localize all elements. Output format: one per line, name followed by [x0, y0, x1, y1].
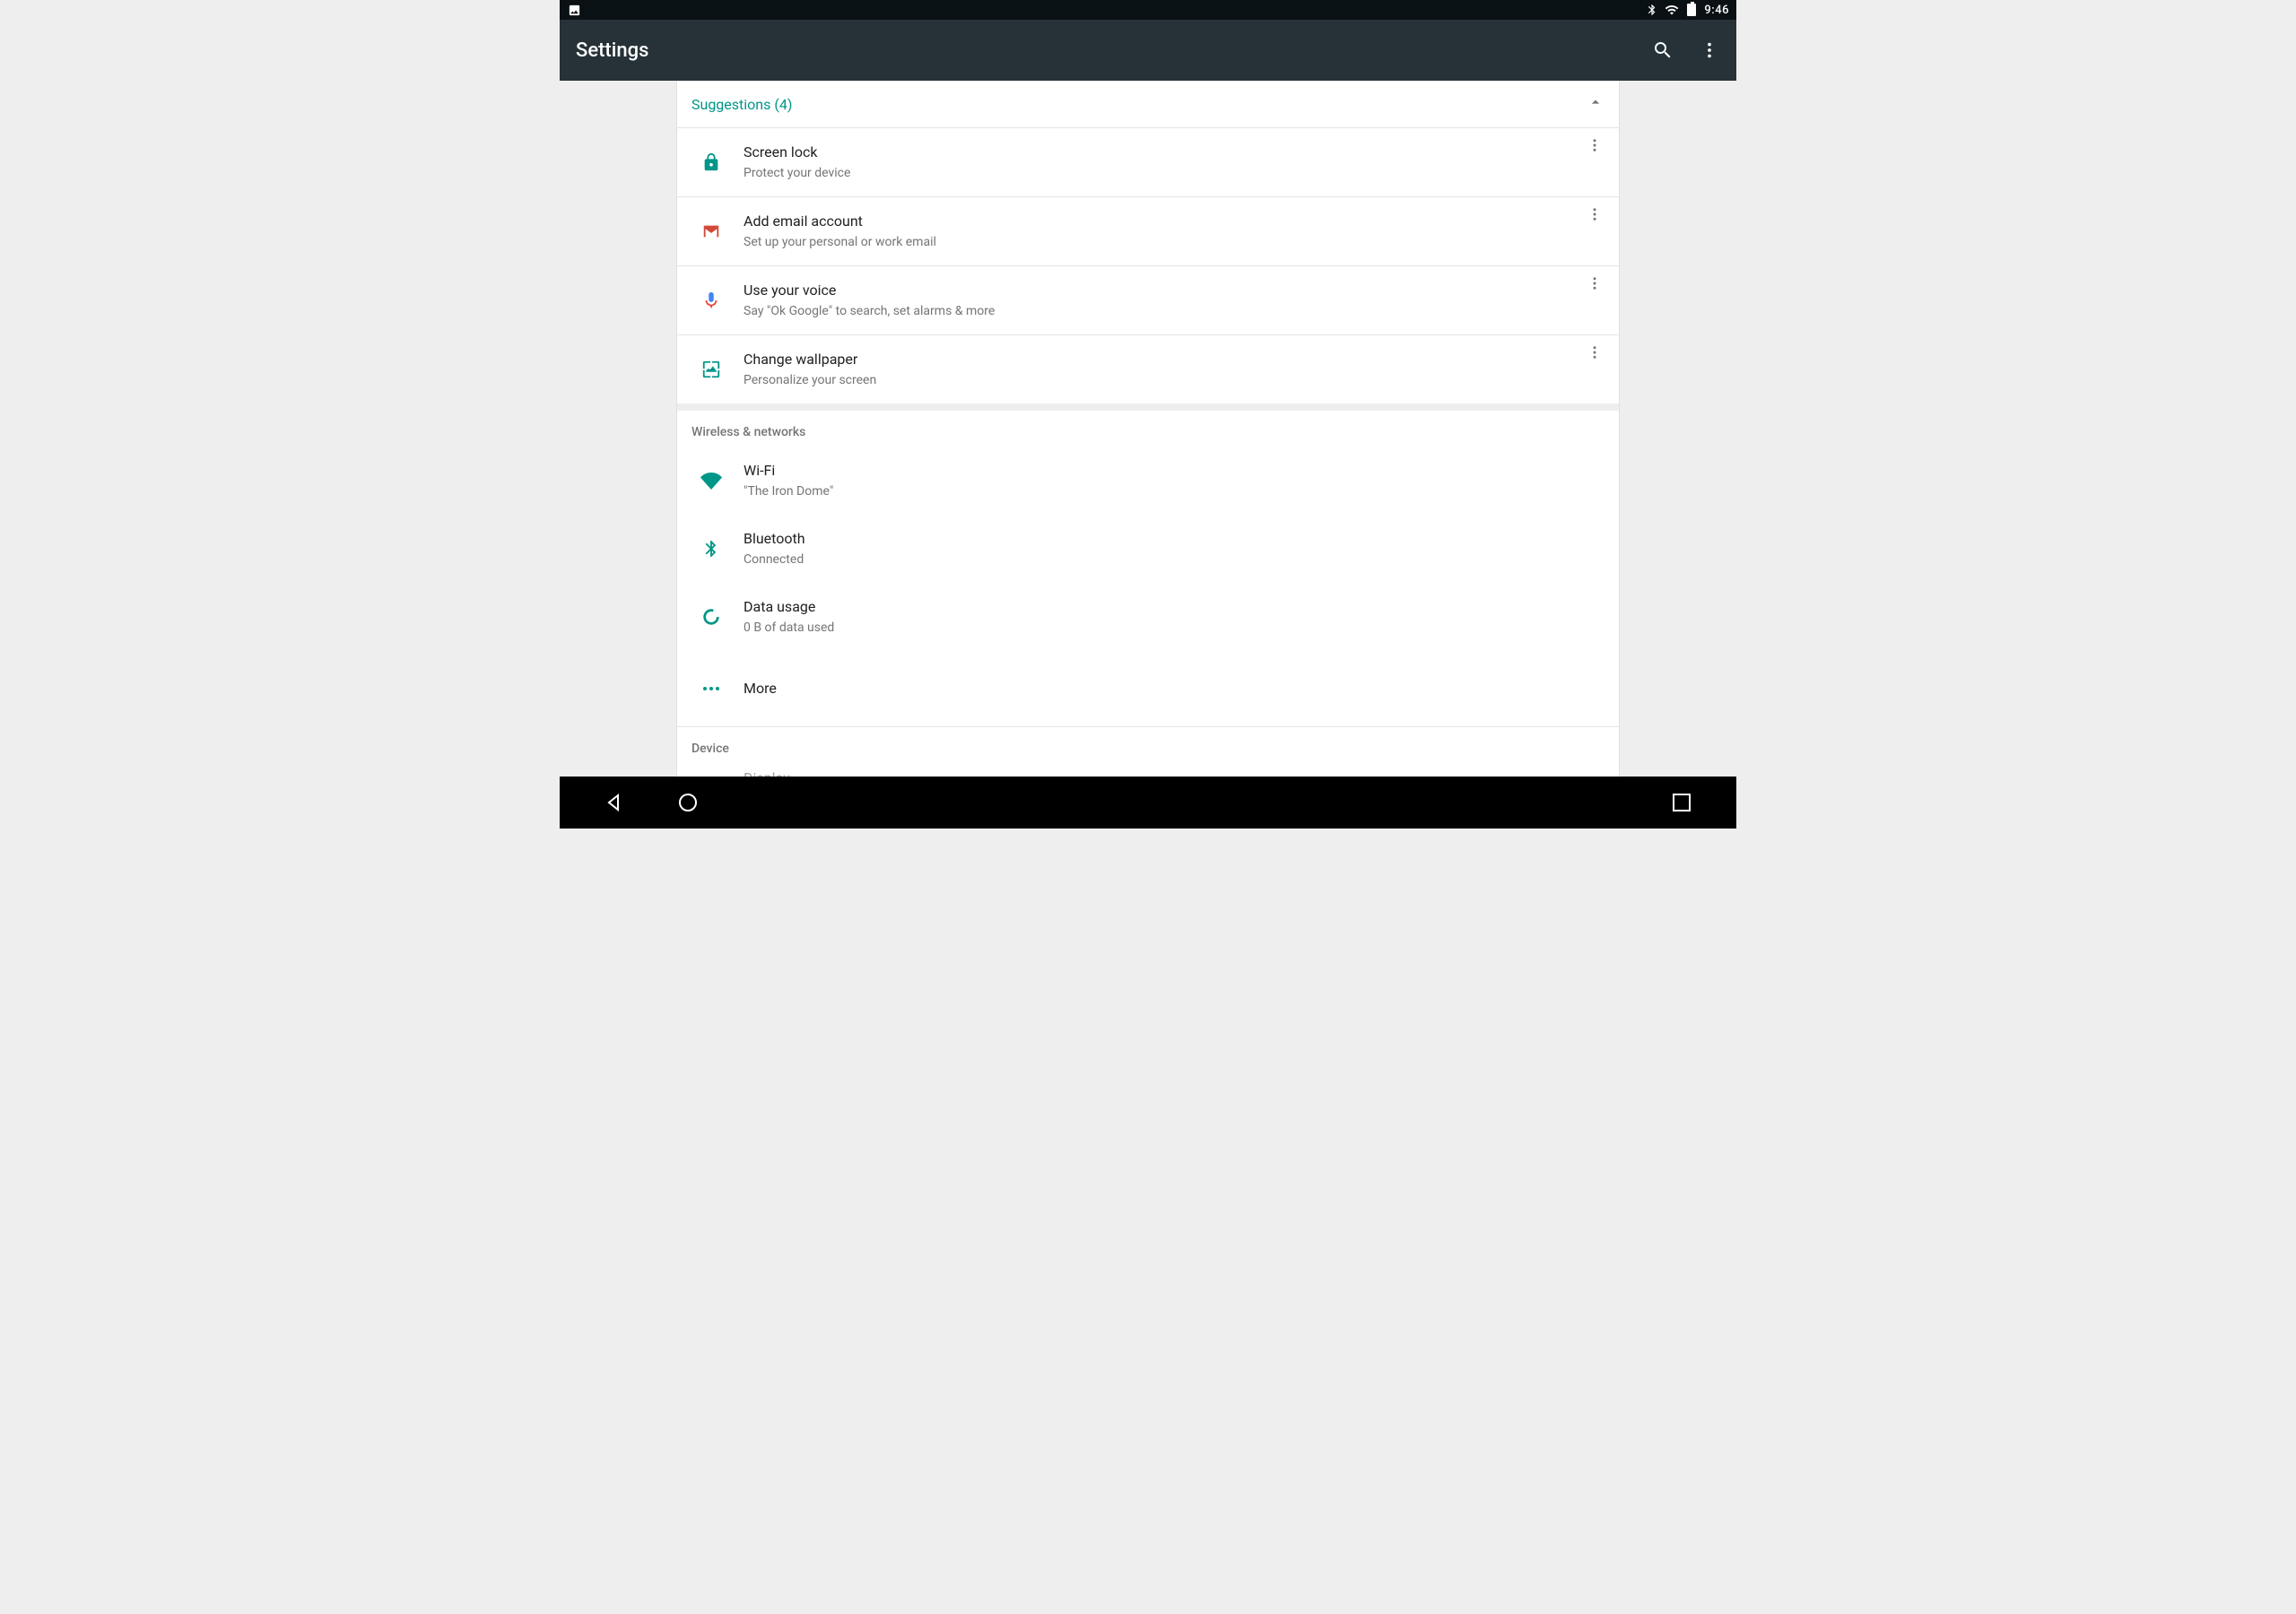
nav-home-button[interactable]: [676, 791, 700, 814]
suggestion-overflow-button[interactable]: [1581, 275, 1608, 291]
app-title: Settings: [576, 39, 648, 62]
item-title: Wi-Fi: [744, 461, 1605, 481]
more-vert-icon: [1587, 275, 1603, 291]
bluetooth-status-icon: [1645, 3, 1659, 17]
wallpaper-icon: [691, 351, 731, 387]
suggestion-overflow-button[interactable]: [1581, 137, 1608, 153]
item-subtitle: "The Iron Dome": [744, 482, 1605, 500]
search-icon: [1652, 39, 1674, 61]
setting-data-usage[interactable]: Data usage 0 B of data used: [677, 583, 1619, 651]
item-title: Bluetooth: [744, 529, 1605, 549]
more-vert-icon: [1587, 344, 1603, 360]
more-vert-icon: [1587, 206, 1603, 222]
item-subtitle: Set up your personal or work email: [744, 233, 1605, 251]
status-bar: 9:46: [560, 0, 1736, 20]
search-button[interactable]: [1652, 39, 1674, 61]
suggestion-voice[interactable]: Use your voice Say "Ok Google" to search…: [677, 266, 1619, 335]
item-subtitle: 0 B of data used: [744, 619, 1605, 637]
lock-icon: [691, 144, 731, 180]
overflow-menu-button[interactable]: [1699, 39, 1720, 61]
item-title: Add email account: [744, 212, 1605, 231]
navigation-bar: [560, 777, 1736, 829]
suggestion-screen-lock[interactable]: Screen lock Protect your device: [677, 128, 1619, 197]
battery-status-icon: [1684, 3, 1699, 17]
item-subtitle: Say "Ok Google" to search, set alarms & …: [744, 302, 1605, 320]
item-title: More: [744, 679, 1605, 699]
item-title: Change wallpaper: [744, 350, 1605, 369]
mic-icon: [691, 282, 731, 318]
circle-home-icon: [677, 792, 699, 813]
item-title: Screen lock: [744, 143, 1605, 162]
more-horiz-icon: [691, 671, 731, 707]
display-icon: [691, 763, 731, 777]
suggestion-wallpaper[interactable]: Change wallpaper Personalize your screen: [677, 335, 1619, 404]
suggestion-add-email[interactable]: Add email account Set up your personal o…: [677, 197, 1619, 266]
app-bar: Settings: [560, 20, 1736, 81]
status-clock: 9:46: [1704, 4, 1729, 17]
setting-bluetooth[interactable]: Bluetooth Connected: [677, 515, 1619, 583]
item-title: Use your voice: [744, 281, 1605, 300]
wifi-status-icon: [1665, 3, 1679, 17]
nav-back-button[interactable]: [603, 791, 626, 814]
item-subtitle: Protect your device: [744, 164, 1605, 182]
section-device-heading: Device: [677, 727, 1619, 763]
square-recent-icon: [1673, 794, 1691, 811]
setting-more[interactable]: More: [677, 651, 1619, 726]
suggestion-overflow-button[interactable]: [1581, 206, 1608, 222]
section-wireless-heading: Wireless & networks: [677, 411, 1619, 447]
setting-display[interactable]: Display: [677, 763, 1619, 777]
more-vert-icon: [1587, 137, 1603, 153]
picture-icon: [567, 3, 581, 17]
triangle-back-icon: [604, 792, 625, 813]
setting-wifi[interactable]: Wi-Fi "The Iron Dome": [677, 447, 1619, 515]
gmail-icon: [691, 213, 731, 249]
wifi-icon: [691, 463, 731, 499]
chevron-up-icon: [1587, 93, 1605, 115]
bluetooth-icon: [691, 531, 731, 567]
item-subtitle: Personalize your screen: [744, 371, 1605, 389]
suggestion-overflow-button[interactable]: [1581, 344, 1608, 360]
data-usage-icon: [691, 599, 731, 635]
item-subtitle: Connected: [744, 551, 1605, 568]
nav-recent-button[interactable]: [1670, 791, 1693, 814]
item-title: Data usage: [744, 597, 1605, 617]
suggestions-header[interactable]: Suggestions (4): [677, 81, 1619, 128]
suggestions-title: Suggestions (4): [691, 96, 792, 113]
more-vert-icon: [1700, 40, 1719, 60]
item-title: Display: [744, 768, 1605, 777]
